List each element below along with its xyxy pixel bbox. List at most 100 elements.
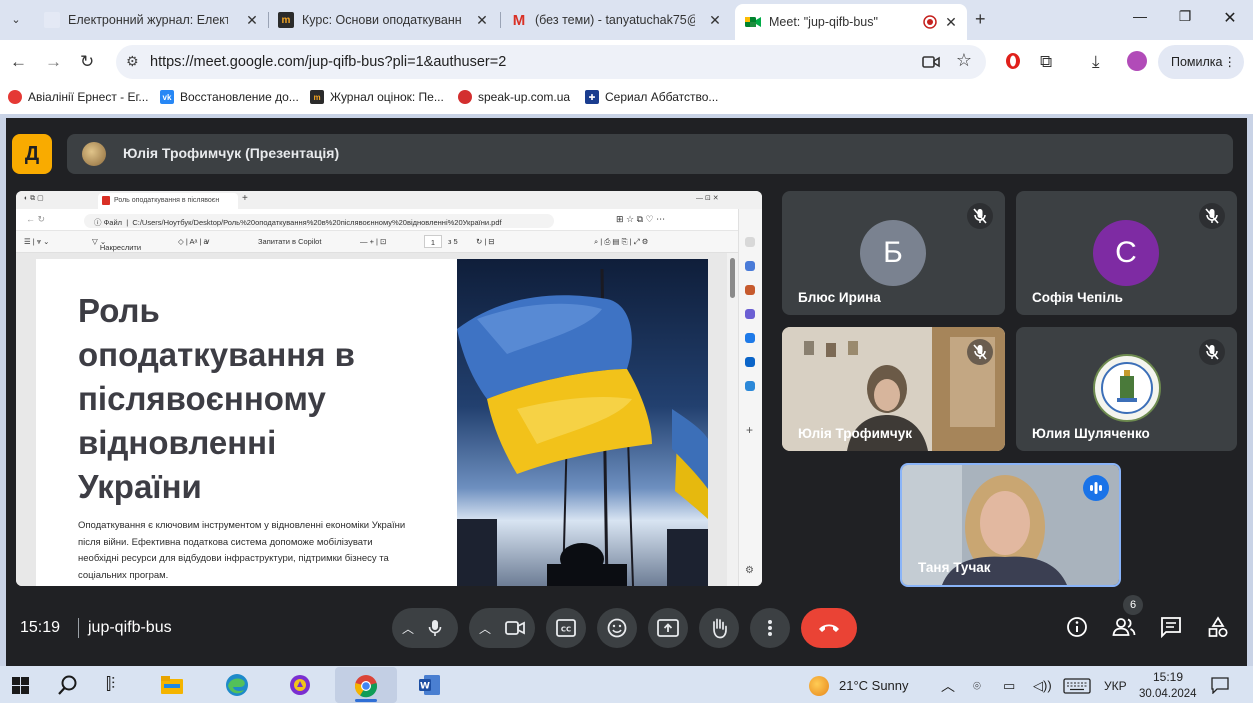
meeting-info-icon[interactable]	[1066, 616, 1088, 638]
people-icon[interactable]	[1112, 616, 1136, 638]
tray-camera-icon[interactable]: ⌾	[973, 678, 981, 694]
tab-electronic-journal[interactable]: Електронний журнал: Електро ✕	[44, 8, 262, 32]
shared-toolbar-icons: ⊞ ☆ ⧉ ♡ ⋯	[616, 214, 666, 224]
forward-icon[interactable]: →	[45, 52, 62, 72]
chat-icon[interactable]	[1160, 616, 1182, 638]
file-explorer-icon[interactable]	[161, 676, 183, 694]
close-tab-icon[interactable]: ✕	[242, 8, 262, 32]
bookmark-favicon-icon	[8, 90, 22, 104]
bookmark-label: Журнал оцінок: Пе...	[330, 90, 444, 104]
clock-date[interactable]: 30.04.2024	[1139, 688, 1197, 702]
close-window-icon[interactable]: ✕	[1218, 8, 1242, 28]
bookmark-item[interactable]: speak-up.com.ua	[458, 90, 570, 104]
close-tab-icon[interactable]: ✕	[472, 8, 492, 32]
bookmark-item[interactable]: vk Восстановление до...	[160, 90, 299, 104]
ukrainian-flag-photo	[457, 259, 708, 586]
bookmark-item[interactable]: m Журнал оцінок: Пе...	[310, 90, 444, 104]
back-icon[interactable]: ←	[10, 52, 27, 72]
participant-tile[interactable]: Юлія Трофимчук	[782, 327, 1005, 451]
mic-off-icon	[1199, 339, 1225, 365]
camera-in-use-icon[interactable]	[922, 55, 940, 69]
word-icon[interactable]: W	[419, 674, 441, 696]
tab-search-chevron-icon[interactable]: ⌄	[6, 10, 26, 30]
more-options-button[interactable]	[750, 608, 790, 648]
bookmark-label: Авіалінії Ернест - Ег...	[28, 90, 149, 104]
raise-hand-button[interactable]	[699, 608, 739, 648]
leave-call-button[interactable]	[801, 608, 857, 648]
url-text[interactable]: https://meet.google.com/jup-qifb-bus?pli…	[150, 54, 506, 70]
task-view-icon[interactable]: ⫿⫶	[106, 676, 115, 694]
weather-sun-icon	[809, 676, 829, 696]
captions-button[interactable]: CC	[546, 608, 586, 648]
moodle-favicon-icon: m	[278, 12, 294, 28]
pdf-scrollbar-thumb[interactable]	[730, 258, 735, 298]
pdf-page-total: з 5	[448, 237, 458, 246]
tab-gmail[interactable]: M (без теми) - tanyatuchak75@gm ✕	[511, 8, 725, 32]
minimize-icon[interactable]: —	[1128, 8, 1152, 24]
meeting-code[interactable]: jup-qifb-bus	[88, 619, 172, 637]
sidebar-copilot-icon	[745, 333, 755, 343]
camera-options-chevron-icon[interactable]: ︿	[479, 620, 491, 637]
people-count-badge: 6	[1123, 595, 1143, 615]
reload-icon[interactable]: ↻	[80, 52, 94, 72]
windows-start-icon[interactable]	[12, 677, 29, 694]
participant-tile[interactable]: Б Блюс Ирина	[782, 191, 1005, 315]
extensions-puzzle-icon[interactable]: ⧉	[1040, 52, 1052, 72]
downloads-icon[interactable]: ⤓	[1092, 52, 1100, 72]
pdf-copilot-label: Запитати в Copilot	[258, 237, 322, 246]
restore-icon[interactable]: ❐	[1173, 8, 1197, 25]
sidebar-tag-icon	[745, 261, 755, 271]
sidebar-people-icon	[745, 309, 755, 319]
shared-browser-tabs: ◐ ⧉ ▢ Роль оподаткування в післявоєн + —…	[16, 191, 762, 209]
profile-error-button[interactable]: Помилка ⋮	[1158, 45, 1244, 79]
speaking-indicator-icon	[1083, 475, 1109, 501]
address-bar[interactable]: ⚙ https://meet.google.com/jup-qifb-bus?p…	[116, 45, 986, 79]
browser-shield-icon[interactable]	[289, 674, 311, 696]
close-tab-icon[interactable]: ✕	[705, 8, 725, 32]
meeting-time: 15:19	[20, 619, 61, 636]
active-app-indicator	[355, 699, 377, 702]
profile-avatar[interactable]	[1127, 51, 1147, 71]
edge-browser-icon[interactable]	[225, 673, 249, 697]
tab-meet[interactable]: Meet: "jup-qifb-bus" ✕	[735, 4, 967, 40]
bookmark-item[interactable]: Авіалінії Ернест - Ег...	[8, 90, 148, 104]
chrome-taskbar-active[interactable]	[335, 667, 397, 703]
volume-icon[interactable]: ◁))	[1033, 678, 1052, 694]
site-info-icon[interactable]: ⚙	[126, 53, 139, 70]
opera-vpn-icon[interactable]	[1004, 51, 1022, 71]
participant-emblem-avatar	[1093, 354, 1161, 422]
activities-icon[interactable]	[1207, 616, 1229, 638]
sidebar-settings-icon: ⚙	[745, 565, 754, 576]
notifications-icon[interactable]	[1211, 677, 1229, 694]
presentation-logo[interactable]: Д	[12, 134, 52, 174]
input-language[interactable]: УКР	[1104, 679, 1127, 693]
close-tab-icon[interactable]: ✕	[941, 10, 961, 34]
participant-tile[interactable]: С Софія Чепіль	[1016, 191, 1237, 315]
tab-tax-course[interactable]: m Курс: Основи оподаткування ✕	[278, 8, 492, 32]
clock-time[interactable]: 15:19	[1153, 670, 1183, 684]
bookmark-star-icon[interactable]: ☆	[956, 50, 972, 71]
bookmarks-bar: Авіалінії Ернест - Ег... vk Восстановлени…	[0, 84, 1253, 114]
bookmark-item[interactable]: ✚ Сериал Аббатство...	[585, 90, 718, 104]
present-button[interactable]	[648, 608, 688, 648]
slide-title: Роль оподаткування в післявоєнному відно…	[78, 292, 355, 505]
mic-options-chevron-icon[interactable]: ︿	[402, 620, 414, 637]
shared-window-icon: ◐ ⧉ ▢	[24, 195, 44, 202]
svg-text:W: W	[420, 682, 430, 692]
camera-button[interactable]: ︿	[469, 608, 535, 648]
pdf-scrollbar[interactable]	[727, 253, 738, 586]
reactions-button[interactable]	[597, 608, 637, 648]
search-icon[interactable]	[57, 674, 79, 696]
participant-tile[interactable]: Юлия Шуляченко	[1016, 327, 1237, 451]
pdf-contents-icon: ☰ | ⩔ ⌄	[24, 237, 50, 246]
more-menu-icon[interactable]: ⋮	[1224, 54, 1237, 69]
moodle-favicon-icon: m	[310, 90, 324, 104]
keyboard-icon[interactable]	[1063, 678, 1091, 694]
captions-icon: CC	[556, 619, 576, 637]
battery-icon[interactable]: ▭	[1003, 678, 1015, 694]
microphone-button[interactable]: ︿	[392, 608, 458, 648]
new-tab-icon[interactable]: +	[975, 9, 986, 30]
weather-text[interactable]: 21°C Sunny	[839, 678, 909, 693]
participant-tile-active-speaker[interactable]: Таня Тучак	[900, 463, 1121, 587]
tray-chevron-icon[interactable]: ︿	[941, 676, 955, 696]
